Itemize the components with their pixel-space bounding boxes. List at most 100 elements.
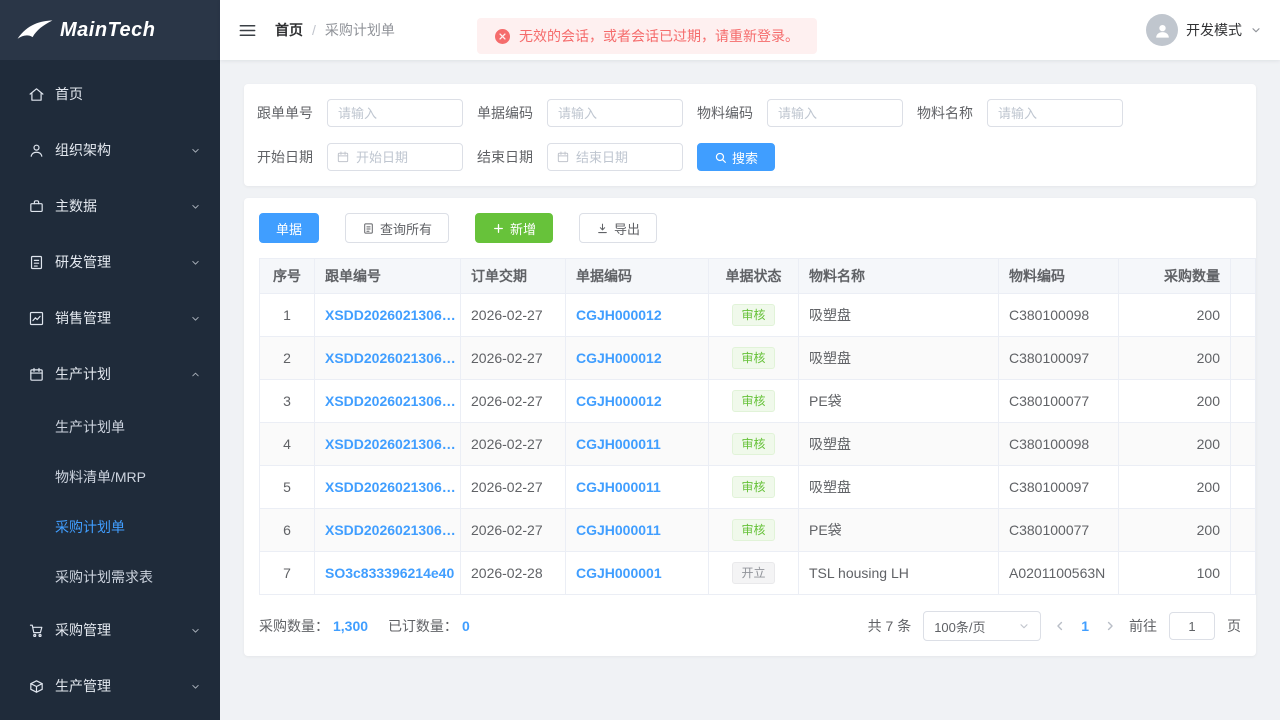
cell-doc-no: CGJH000012 [566,337,709,380]
sidebar-item-0[interactable]: 首页 [0,66,220,122]
breadcrumb-home[interactable]: 首页 [275,20,303,40]
export-button[interactable]: 导出 [579,213,657,243]
cell-status: 审核 [709,380,799,423]
doc-no-link[interactable]: CGJH000011 [576,436,661,452]
cell-status: 审核 [709,294,799,337]
order-no-link[interactable]: XSDD2026021306… [325,350,456,366]
order-no-link[interactable]: SO3c833396214e40 [325,565,454,581]
order-no-link[interactable]: XSDD2026021306… [325,479,456,495]
sidebar-item-5[interactable]: 生产计划 [0,346,220,402]
cell-seq: 5 [260,466,315,509]
table-row: 6XSDD2026021306…2026-02-27CGJH000011审核PE… [260,509,1256,552]
cell-qty: 200 [1119,466,1231,509]
order-no-link[interactable]: XSDD2026021306… [325,393,456,409]
calendar-icon [556,150,570,164]
cell-doc-no: CGJH000011 [566,423,709,466]
date-input[interactable] [547,143,683,171]
current-page[interactable]: 1 [1079,618,1091,634]
cell-material-name: PE袋 [799,380,999,423]
cell-seq: 1 [260,294,315,337]
breadcrumb: 首页 / 采购计划单 [275,20,395,40]
cell-doc-no: CGJH000001 [566,552,709,595]
column-header: 采购数量 [1119,259,1231,294]
status-badge: 审核 [732,347,774,369]
content: 跟单单号单据编码物料编码物料名称开始日期结束日期 搜索 单据 查询所有 [220,60,1280,720]
cell-material-code: C380100098 [999,294,1119,337]
date-input-field[interactable] [356,150,454,165]
doc-icon [28,254,45,271]
doc-no-link[interactable]: CGJH000012 [576,350,662,366]
filter-label: 跟单单号 [257,103,313,123]
sidebar-subitem[interactable]: 采购计划需求表 [0,552,220,602]
filter-label: 单据编码 [477,103,533,123]
data-table: 序号跟单编号订单交期单据编码单据状态物料名称物料编码采购数量 1 XSDD2026… [259,258,1256,595]
filter-field: 开始日期 [257,143,463,171]
order-no-link[interactable]: XSDD2026021306… [325,307,456,323]
order-no-link[interactable]: XSDD2026021306… [325,522,456,538]
chevron-down-icon [189,680,202,693]
docs-button[interactable]: 单据 [259,213,319,243]
table-row: 4XSDD2026021306…2026-02-27CGJH000011审核吸塑… [260,423,1256,466]
table-row: 5XSDD2026021306…2026-02-27CGJH000011审核吸塑… [260,466,1256,509]
topbar: 首页 / 采购计划单 无效的会话，或者会话已过期，请重新登录。 开发模式 [220,0,1280,60]
sidebar-item-label: 采购管理 [55,620,179,640]
sidebar: MainTech 首页组织架构主数据研发管理销售管理生产计划生产计划单物料清单/… [0,0,220,720]
sidebar-item-7[interactable]: 生产管理 [0,658,220,714]
filter-input[interactable] [987,99,1123,127]
status-badge: 开立 [732,562,774,584]
sidebar-item-6[interactable]: 采购管理 [0,602,220,658]
cell-due-date: 2026-02-27 [461,337,566,380]
next-page-button[interactable] [1103,619,1117,633]
sidebar-item-3[interactable]: 研发管理 [0,234,220,290]
filter-input[interactable] [327,99,463,127]
filter-field: 物料名称 [917,99,1123,127]
date-input-field[interactable] [576,150,674,165]
menu-toggle-icon[interactable] [238,21,257,40]
sidebar-item-1[interactable]: 组织架构 [0,122,220,178]
sidebar-item-2[interactable]: 主数据 [0,178,220,234]
doc-no-link[interactable]: CGJH000012 [576,393,662,409]
cell-seq: 3 [260,380,315,423]
sidebar-subitem[interactable]: 生产计划单 [0,402,220,452]
user-menu[interactable]: 开发模式 [1146,14,1264,46]
goto-page-input[interactable] [1169,612,1215,640]
doc-no-link[interactable]: CGJH000012 [576,307,662,323]
page-size-select[interactable]: 100条/页 [923,611,1041,641]
prev-page-button[interactable] [1053,619,1067,633]
cell-material-code: C380100097 [999,466,1119,509]
sidebar-subitem[interactable]: 物料清单/MRP [0,452,220,502]
cell-extra [1231,380,1256,423]
sidebar-item-label: 研发管理 [55,252,179,272]
cell-doc-no: CGJH000011 [566,466,709,509]
order-no-link[interactable]: XSDD2026021306… [325,436,456,452]
cell-seq: 4 [260,423,315,466]
table-head: 序号跟单编号订单交期单据编码单据状态物料名称物料编码采购数量 [260,259,1256,294]
cell-order-no: XSDD2026021306… [315,509,461,552]
cell-material-name: TSL housing LH [799,552,999,595]
sidebar-subitem[interactable]: 采购计划单 [0,502,220,552]
column-header: 单据状态 [709,259,799,294]
chevron-down-icon [189,144,202,157]
purchase-qty-value: 1,300 [333,618,368,634]
cell-order-no: XSDD2026021306… [315,294,461,337]
doc-no-link[interactable]: CGJH000011 [576,522,661,538]
column-header-extra [1231,259,1256,294]
chevron-down-icon [189,312,202,325]
chevron-up-icon [189,368,202,381]
cell-status: 审核 [709,509,799,552]
calendar-icon [28,366,45,383]
search-button[interactable]: 搜索 [697,143,775,171]
cell-doc-no: CGJH000012 [566,380,709,423]
filter-input[interactable] [767,99,903,127]
filter-label: 开始日期 [257,147,313,167]
query-all-button[interactable]: 查询所有 [345,213,449,243]
cell-doc-no: CGJH000011 [566,509,709,552]
sidebar-item-4[interactable]: 销售管理 [0,290,220,346]
filter-input[interactable] [547,99,683,127]
add-button[interactable]: 新增 [475,213,553,243]
table-row: 3XSDD2026021306…2026-02-27CGJH000012审核PE… [260,380,1256,423]
doc-no-link[interactable]: CGJH000011 [576,479,661,495]
doc-no-link[interactable]: CGJH000001 [576,565,662,581]
date-input[interactable] [327,143,463,171]
filter-label: 物料编码 [697,103,753,123]
